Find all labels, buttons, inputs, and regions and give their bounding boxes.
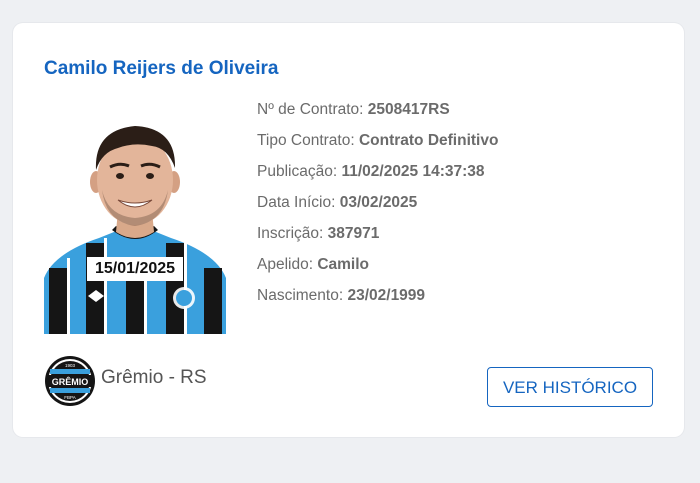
photo-date-badge: 15/01/2025 — [87, 257, 183, 281]
detail-label: Nascimento: — [257, 287, 344, 304]
crest-text: GRÊMIO — [52, 376, 89, 387]
view-history-button[interactable]: VER HISTÓRICO — [487, 367, 653, 407]
detail-birth-date: Nascimento: 23/02/1999 — [257, 285, 498, 316]
detail-contract-type: Tipo Contrato: Contrato Definitivo — [257, 130, 498, 161]
detail-value: 03/02/2025 — [339, 194, 418, 211]
detail-publication: Publicação: 11/02/2025 14:37:38 — [257, 161, 498, 192]
detail-label: Tipo Contrato: — [257, 132, 355, 149]
detail-value: 2508417RS — [367, 101, 450, 118]
detail-label: Inscrição: — [257, 225, 324, 242]
detail-value: Contrato Definitivo — [358, 132, 499, 149]
detail-label: Publicação: — [257, 163, 338, 180]
detail-value: Camilo — [317, 256, 370, 273]
detail-label: Apelido: — [257, 256, 314, 273]
detail-label: Nº de Contrato: — [257, 101, 364, 118]
detail-registration: Inscrição: 387971 — [257, 223, 498, 254]
detail-value: 387971 — [327, 225, 380, 242]
club-crest-icon: GRÊMIO 1903 FBPA — [45, 356, 95, 406]
detail-value: 11/02/2025 14:37:38 — [341, 163, 485, 180]
athlete-card: Camilo Reijers de Oliveira 15/01/2025 Nº… — [13, 23, 684, 437]
detail-contract-number: Nº de Contrato: 2508417RS — [257, 99, 498, 130]
detail-value: 23/02/1999 — [347, 287, 426, 304]
athlete-photo: 15/01/2025 — [44, 118, 226, 334]
contract-details: Nº de Contrato: 2508417RS Tipo Contrato:… — [257, 99, 498, 316]
athlete-name: Camilo Reijers de Oliveira — [44, 58, 279, 79]
detail-start-date: Data Início: 03/02/2025 — [257, 192, 498, 223]
club-name: Grêmio - RS — [101, 367, 207, 388]
detail-label: Data Início: — [257, 194, 336, 211]
crest-year: 1903 — [65, 363, 76, 368]
crest-initials: FBPA — [64, 395, 75, 400]
detail-nickname: Apelido: Camilo — [257, 254, 498, 285]
club-info: GRÊMIO 1903 FBPA Grêmio - RS — [44, 355, 207, 407]
